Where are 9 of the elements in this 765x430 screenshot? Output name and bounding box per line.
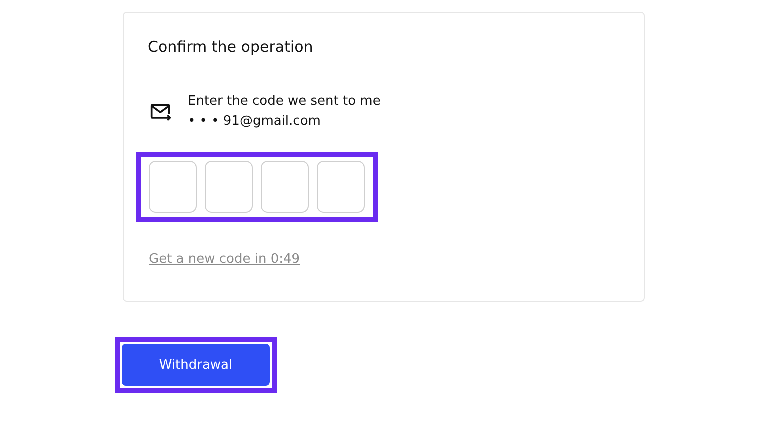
instruction-text: Enter the code we sent to me • • • 91@gmail.com (188, 93, 382, 131)
code-input[interactable] (205, 161, 253, 213)
dialog-title: Confirm the operation (148, 38, 314, 56)
mail-arrow-icon (150, 102, 172, 122)
withdrawal-button[interactable]: Withdrawal (122, 344, 270, 386)
resend-link[interactable]: Get a new code in 0:49 (149, 252, 300, 267)
code-input[interactable] (149, 161, 197, 213)
code-input[interactable] (317, 161, 365, 213)
code-input[interactable] (261, 161, 309, 213)
